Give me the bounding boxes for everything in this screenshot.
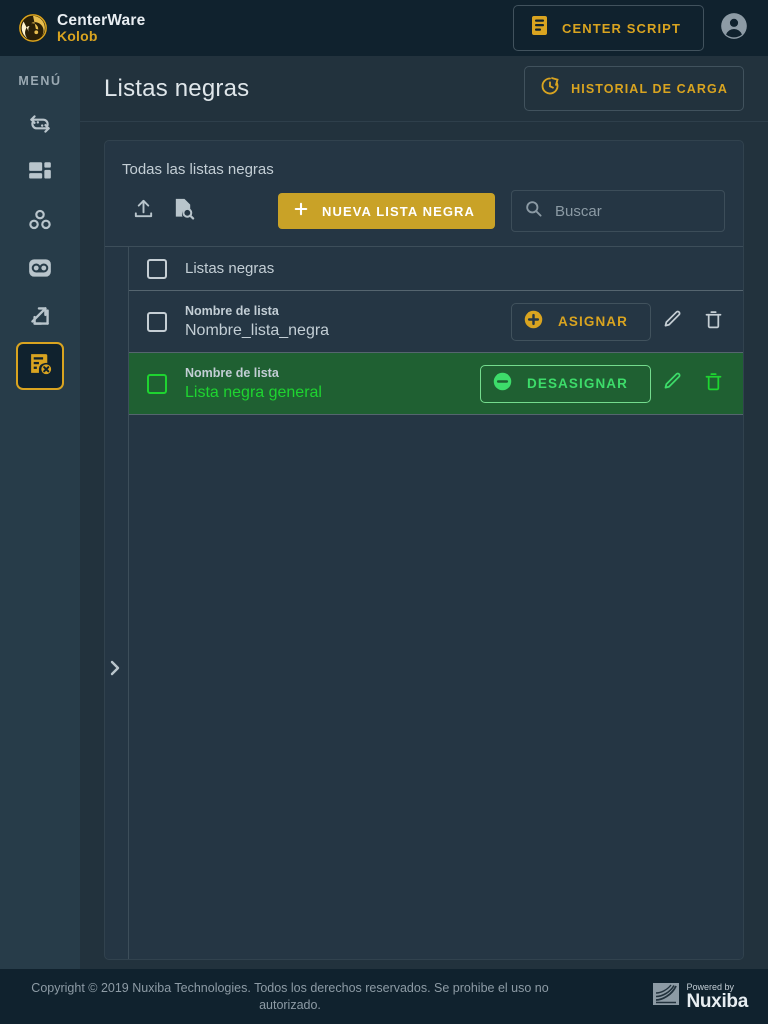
document-search-icon xyxy=(172,197,195,225)
historial-de-carga-button[interactable]: HISTORIAL DE CARGA xyxy=(524,66,744,111)
edit-row-button[interactable] xyxy=(652,364,692,404)
sidebar-item-groups[interactable] xyxy=(16,198,64,246)
center-script-button[interactable]: CENTER SCRIPT xyxy=(512,5,704,51)
row-checkbox[interactable] xyxy=(147,311,167,332)
sidebar-item-transfers[interactable] xyxy=(16,294,64,342)
edit-row-button[interactable] xyxy=(652,302,692,342)
expand-panel-button[interactable] xyxy=(108,659,122,682)
sidebar-item-campaign-recycle[interactable] xyxy=(16,102,64,150)
delete-row-button[interactable] xyxy=(693,364,733,404)
plus-icon xyxy=(292,200,310,223)
card-title: Todas las listas negras xyxy=(122,161,274,178)
asignar-button[interactable]: ASIGNAR xyxy=(511,302,651,341)
table-header-label: Listas negras xyxy=(185,260,275,277)
row-checkbox[interactable] xyxy=(147,373,167,394)
table-rows: Listas negras Nombre de lista Nombre_lis… xyxy=(129,246,743,959)
table-row[interactable]: Nombre de lista Lista negra general DESA… xyxy=(129,353,743,415)
brand-title: CenterWare xyxy=(57,11,146,29)
row-text-block: Nombre de lista Lista negra general xyxy=(185,365,322,403)
blacklists-table: Listas negras Nombre de lista Nombre_lis… xyxy=(105,246,743,959)
row-field-label: Nombre de lista xyxy=(185,303,279,318)
search-input[interactable] xyxy=(555,202,713,220)
desasignar-label: DESASIGNAR xyxy=(526,376,628,391)
row-value: Nombre_lista_negra xyxy=(185,321,330,339)
voicemail-icon xyxy=(27,255,53,286)
nuxiba-wordmark: Nuxiba xyxy=(686,990,748,1012)
row-value: Lista negra general xyxy=(185,383,322,401)
center-script-button-label: CENTER SCRIPT xyxy=(561,20,681,36)
delete-row-button[interactable] xyxy=(693,302,733,342)
page-header: Listas negras HISTORIAL DE CARGA xyxy=(80,56,768,122)
upload-blacklist-button[interactable] xyxy=(123,191,163,231)
centerware-logo-icon xyxy=(18,13,48,43)
minus-circle-icon xyxy=(492,371,513,397)
footer: Copyright © 2019 Nuxiba Technologies. To… xyxy=(0,969,768,1024)
chevron-right-icon xyxy=(108,660,122,681)
account-button[interactable] xyxy=(720,12,748,45)
search-box[interactable] xyxy=(511,190,726,232)
desasignar-button[interactable]: DESASIGNAR xyxy=(479,364,651,403)
row-actions: ASIGNAR xyxy=(511,302,743,342)
search-icon xyxy=(524,199,543,223)
nueva-lista-negra-button[interactable]: NUEVA LISTA NEGRA xyxy=(278,193,496,229)
recycle-contacts-icon xyxy=(27,111,53,142)
sidebar-item-blacklists[interactable] xyxy=(16,342,64,390)
nueva-lista-negra-label: NUEVA LISTA NEGRA xyxy=(322,203,476,219)
row-text-block: Nombre de lista Nombre_lista_negra xyxy=(185,303,329,341)
plus-circle-icon xyxy=(523,309,544,335)
sidebar-item-voicemail[interactable] xyxy=(16,246,64,294)
select-all-checkbox[interactable] xyxy=(147,258,167,279)
account-circle-icon xyxy=(720,12,748,45)
pencil-icon xyxy=(662,371,683,397)
preview-blacklist-button[interactable] xyxy=(163,191,203,231)
top-bar-actions: CENTER SCRIPT xyxy=(512,5,748,51)
row-field-label: Nombre de lista xyxy=(185,365,279,380)
sidebar-item-dashboard[interactable] xyxy=(16,150,64,198)
list-remove-icon xyxy=(28,351,53,381)
top-bar: CenterWare Kolob CENTER SCRIPT xyxy=(0,0,768,56)
server-document-icon xyxy=(530,15,549,41)
table-header-row: Listas negras xyxy=(129,247,743,291)
table-row[interactable]: Nombre de lista Nombre_lista_negra ASIGN… xyxy=(129,291,743,353)
asignar-label: ASIGNAR xyxy=(558,314,628,329)
table-left-rail xyxy=(105,246,129,959)
nuxiba-logo-icon xyxy=(653,981,680,1012)
trash-icon xyxy=(703,371,724,397)
compare-arrows-icon xyxy=(27,303,53,334)
bubble-chart-icon xyxy=(27,207,53,238)
main-content: Listas negras HISTORIAL DE CARGA Todas l… xyxy=(80,56,768,969)
copyright-text: Copyright © 2019 Nuxiba Technologies. To… xyxy=(31,980,549,1012)
pencil-icon xyxy=(662,309,683,335)
historial-de-carga-label: HISTORIAL DE CARGA xyxy=(571,81,728,96)
sidebar-menu-label: MENÚ xyxy=(18,74,62,88)
powered-by-nuxiba: Powered by Nuxiba xyxy=(653,981,748,1012)
brand-logo[interactable]: CenterWare Kolob xyxy=(18,13,145,43)
page-title: Listas negras xyxy=(104,74,250,102)
history-clock-icon xyxy=(540,76,560,101)
card-toolbar: NUEVA LISTA NEGRA xyxy=(105,178,743,232)
dashboard-grid-icon xyxy=(27,159,53,190)
row-actions: DESASIGNAR xyxy=(479,364,743,404)
table-empty-area xyxy=(129,415,743,959)
trash-icon xyxy=(703,309,724,335)
brand-subtitle: Kolob xyxy=(57,27,98,44)
upload-icon xyxy=(132,197,155,225)
blacklists-card: Todas las listas negras NUEVA LISTA NEGR… xyxy=(104,140,744,960)
sidebar: MENÚ xyxy=(0,56,80,969)
